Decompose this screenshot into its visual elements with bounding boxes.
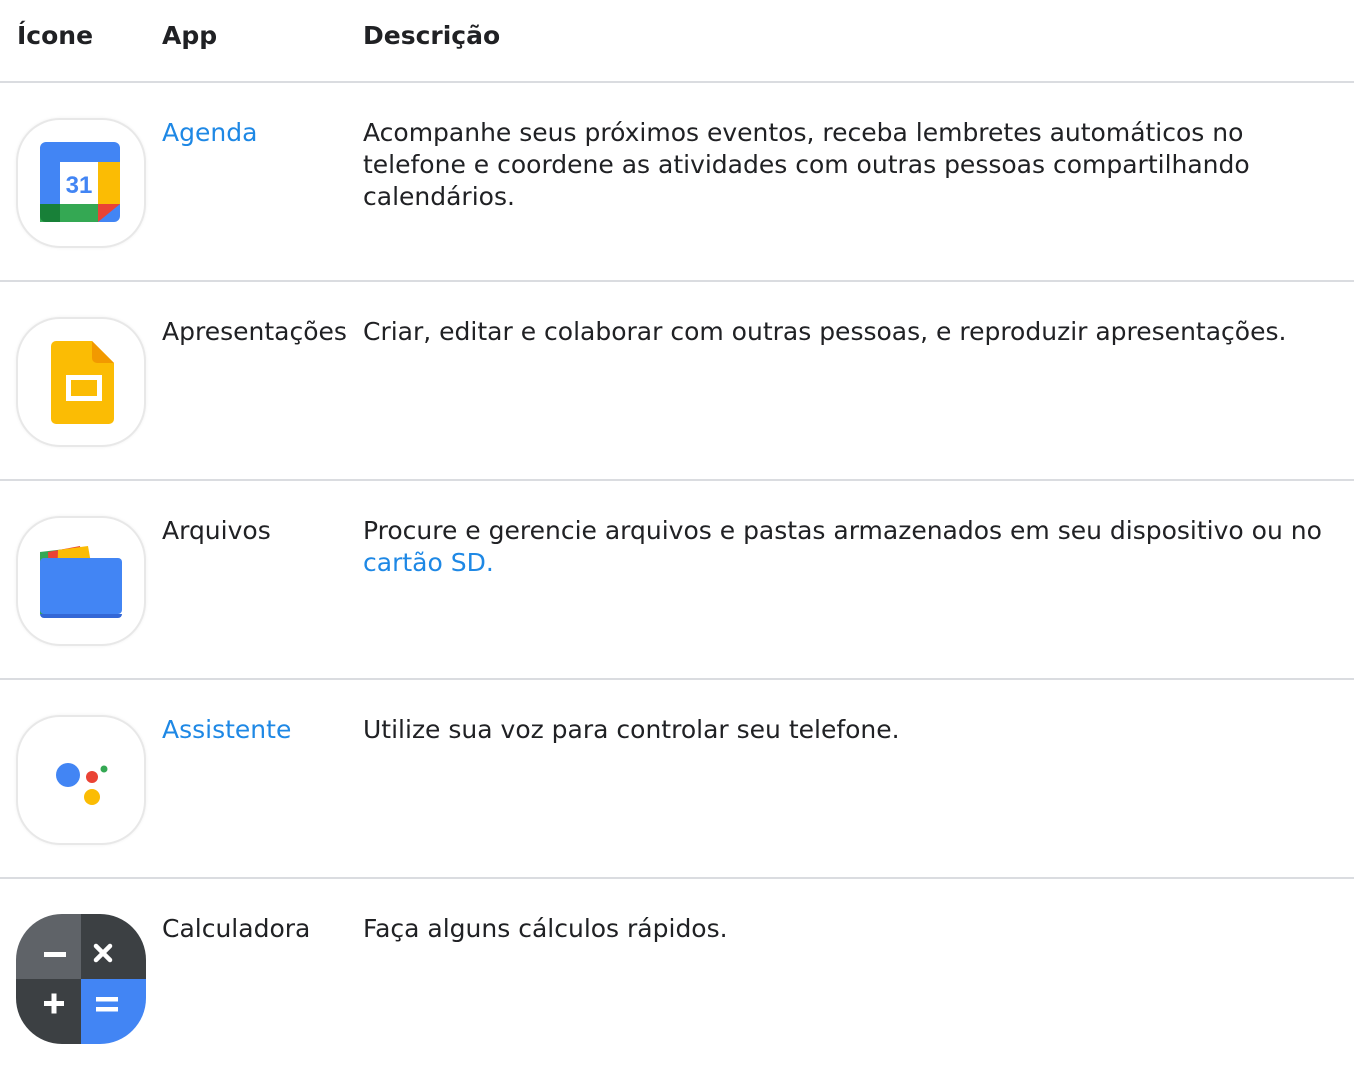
table-row: Apresentações Criar, editar e colaborar … bbox=[0, 282, 1354, 481]
icon-cell bbox=[16, 914, 146, 1044]
app-name-calculator: Calculadora bbox=[162, 914, 311, 943]
icon-cell bbox=[16, 516, 146, 646]
calendar-day-text: 31 bbox=[66, 172, 93, 199]
description-files: Procure e gerencie arquivos e pastas arm… bbox=[363, 515, 1353, 579]
google-calendar-icon: 31 bbox=[16, 118, 146, 248]
table-header-row: Ícone App Descrição bbox=[0, 0, 1354, 83]
app-name: Assistente bbox=[162, 715, 292, 744]
app-name-slides: Apresentações bbox=[162, 317, 347, 346]
table-row: Arquivos Procure e gerencie arquivos e p… bbox=[0, 481, 1354, 680]
description-slides: Criar, editar e colaborar com outras pes… bbox=[363, 317, 1287, 346]
description-agenda: Acompanhe seus próximos eventos, receba … bbox=[363, 118, 1250, 211]
description-assistant: Utilize sua voz para controlar seu telef… bbox=[363, 715, 900, 744]
table-row: Calculadora Faça alguns cálculos rápidos… bbox=[0, 879, 1354, 1078]
app-link-assistant[interactable]: Assistente bbox=[162, 714, 291, 746]
app-name: Agenda bbox=[162, 118, 258, 147]
header-icon: Ícone bbox=[17, 21, 94, 50]
files-icon bbox=[16, 516, 146, 646]
description-text: Procure e gerencie arquivos e pastas arm… bbox=[363, 516, 1322, 545]
calculator-icon bbox=[16, 914, 146, 1044]
google-assistant-icon bbox=[16, 715, 146, 845]
table-row: 31 Agenda Acompanhe seus próximos evento… bbox=[0, 83, 1354, 282]
description-calculator: Faça alguns cálculos rápidos. bbox=[363, 914, 728, 943]
app-name-files: Arquivos bbox=[162, 516, 271, 545]
app-link-agenda[interactable]: Agenda bbox=[162, 117, 257, 149]
icon-cell bbox=[16, 317, 146, 447]
icon-cell bbox=[16, 715, 146, 845]
header-app: App bbox=[162, 21, 218, 50]
sd-card-link[interactable]: cartão SD. bbox=[363, 548, 494, 577]
google-slides-icon bbox=[16, 317, 146, 447]
header-description: Descrição bbox=[363, 21, 501, 50]
icon-cell: 31 bbox=[16, 118, 146, 248]
table-row: Assistente Utilize sua voz para controla… bbox=[0, 680, 1354, 879]
apps-table: Ícone App Descrição 31 Agenda Acompanhe … bbox=[0, 0, 1354, 1078]
